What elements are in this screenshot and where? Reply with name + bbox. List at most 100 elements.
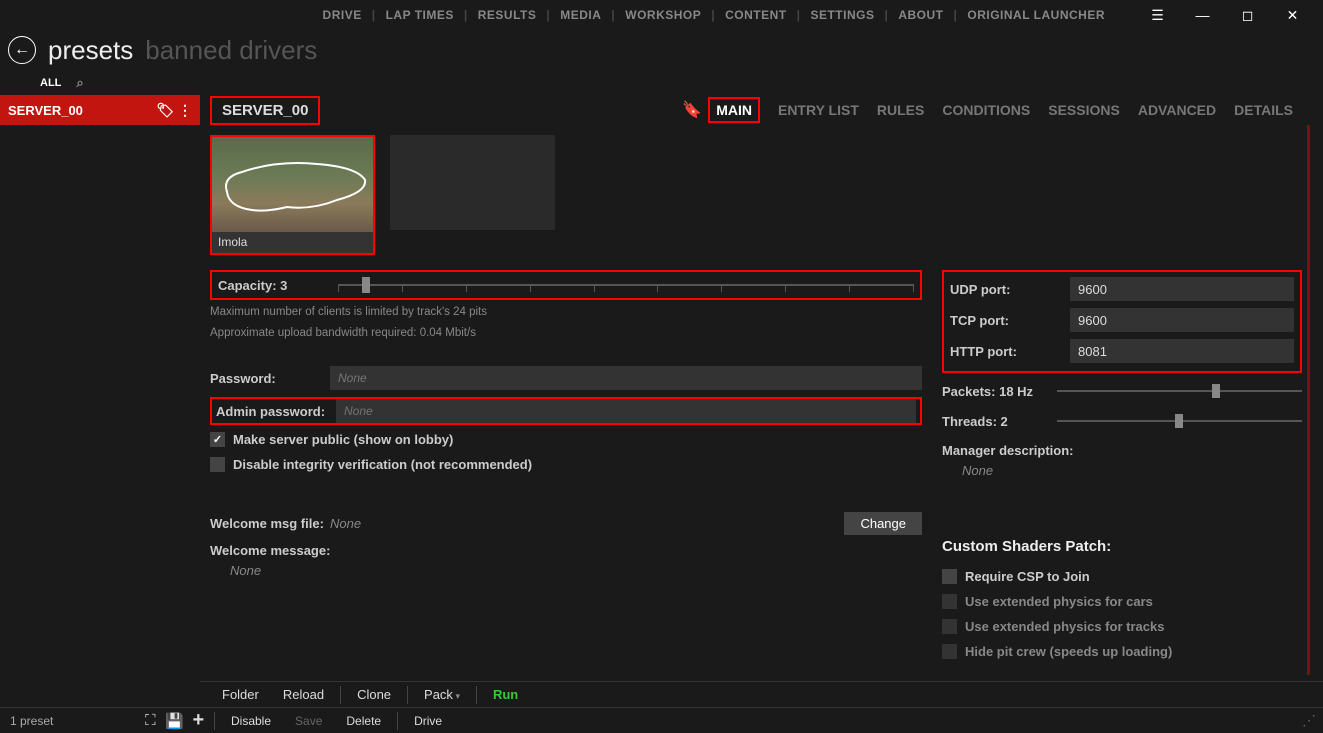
menu-about[interactable]: ABOUT xyxy=(888,8,953,22)
welcome-message-value: None xyxy=(210,563,922,578)
threads-slider[interactable] xyxy=(1057,412,1302,430)
admin-password-label: Admin password: xyxy=(216,404,336,419)
filter-all[interactable]: ALL xyxy=(40,77,61,89)
track-cards: Imola xyxy=(210,135,1323,255)
back-button[interactable]: ← xyxy=(8,36,36,64)
public-check-row[interactable]: ✓ Make server public (show on lobby) xyxy=(210,428,922,450)
run-button[interactable]: Run xyxy=(481,687,530,702)
public-check-label: Make server public (show on lobby) xyxy=(233,432,453,447)
server-name-label[interactable]: SERVER_00 xyxy=(210,96,320,125)
tab-rules[interactable]: RULES xyxy=(877,102,924,118)
content-area: SERVER_00 🔖 MAIN ENTRY LIST RULES CONDIT… xyxy=(200,95,1323,675)
integrity-check-row[interactable]: Disable integrity verification (not reco… xyxy=(210,453,922,475)
minimize-button[interactable]: — xyxy=(1180,0,1225,30)
close-button[interactable]: ✕ xyxy=(1270,0,1315,30)
tab-sessions[interactable]: SESSIONS xyxy=(1048,102,1120,118)
manager-desc-value: None xyxy=(942,463,1302,478)
menu-media[interactable]: MEDIA xyxy=(550,8,611,22)
add-icon[interactable]: + xyxy=(187,710,209,732)
sidebar-item-server-00[interactable]: SERVER_00 🏷 ⋮ xyxy=(0,95,200,125)
top-menu: DRIVE| LAP TIMES| RESULTS| MEDIA| WORKSH… xyxy=(313,8,1115,22)
fullscreen-icon[interactable]: ⛶ xyxy=(139,710,161,732)
action-bar: Folder Reload Clone Pack Run xyxy=(200,681,1323,707)
csp-ext-tracks-row[interactable]: Use extended physics for tracks xyxy=(942,615,1302,637)
folder-button[interactable]: Folder xyxy=(210,687,271,702)
pack-button[interactable]: Pack xyxy=(412,687,472,702)
csp-ext-cars-row[interactable]: Use extended physics for cars xyxy=(942,590,1302,612)
track-outline-icon xyxy=(217,152,372,222)
capacity-hint-1: Maximum number of clients is limited by … xyxy=(210,304,922,321)
tcp-port-label: TCP port: xyxy=(950,313,1070,328)
disable-button[interactable]: Disable xyxy=(219,714,283,728)
status-bar: 1 preset ⛶ 💾 + Disable Save Delete Drive… xyxy=(0,707,1323,733)
public-checkbox[interactable]: ✓ xyxy=(210,432,225,447)
preset-count: 1 preset xyxy=(10,714,53,728)
tabs-row: SERVER_00 🔖 MAIN ENTRY LIST RULES CONDIT… xyxy=(210,95,1323,125)
http-port-input[interactable] xyxy=(1070,339,1294,363)
csp-ext-tracks-checkbox[interactable] xyxy=(942,619,957,634)
tab-details[interactable]: DETAILS xyxy=(1234,102,1293,118)
tcp-port-input[interactable] xyxy=(1070,308,1294,332)
password-input[interactable] xyxy=(330,366,922,390)
csp-hide-pit-label: Hide pit crew (speeds up loading) xyxy=(965,644,1172,659)
packets-slider-thumb[interactable] xyxy=(1212,384,1220,398)
threads-slider-thumb[interactable] xyxy=(1175,414,1183,428)
welcome-file-label: Welcome msg file: xyxy=(210,516,330,531)
delete-button[interactable]: Delete xyxy=(334,714,393,728)
menu-original-launcher[interactable]: ORIGINAL LAUNCHER xyxy=(957,8,1115,22)
search-icon[interactable]: ⌕ xyxy=(76,75,83,91)
threads-row: Threads: 2 xyxy=(942,409,1302,433)
filter-bar: ALL ⌕ xyxy=(0,70,1323,95)
bookmark-icon[interactable]: 🏷 ⋮ xyxy=(156,102,192,119)
tcp-port-row: TCP port: xyxy=(950,306,1294,334)
packets-slider[interactable] xyxy=(1057,382,1302,400)
sidebar-item-label: SERVER_00 xyxy=(8,103,83,118)
manager-description: Manager description: None xyxy=(942,443,1302,478)
clone-button[interactable]: Clone xyxy=(345,687,403,702)
track-card-imola[interactable]: Imola xyxy=(210,135,375,255)
csp-hide-pit-checkbox[interactable] xyxy=(942,644,957,659)
menu-content[interactable]: CONTENT xyxy=(715,8,797,22)
http-port-label: HTTP port: xyxy=(950,344,1070,359)
save-icon[interactable]: 💾 xyxy=(163,710,185,732)
scrollbar-indicator[interactable] xyxy=(1307,125,1310,675)
csp-ext-cars-checkbox[interactable] xyxy=(942,594,957,609)
menu-results[interactable]: RESULTS xyxy=(468,8,547,22)
menu-settings[interactable]: SETTINGS xyxy=(800,8,884,22)
csp-require-checkbox[interactable] xyxy=(942,569,957,584)
tab-entry-list[interactable]: ENTRY LIST xyxy=(778,102,859,118)
tab-main[interactable]: MAIN xyxy=(708,97,760,123)
menu-drive[interactable]: DRIVE xyxy=(313,8,372,22)
password-row: Password: xyxy=(210,364,922,392)
csp-require-row[interactable]: Require CSP to Join xyxy=(942,565,1302,587)
sidebar: SERVER_00 🏷 ⋮ xyxy=(0,95,200,675)
integrity-check-label: Disable integrity verification (not reco… xyxy=(233,457,532,472)
welcome-file-change-button[interactable]: Change xyxy=(844,512,922,535)
csp-hide-pit-row[interactable]: Hide pit crew (speeds up loading) xyxy=(942,640,1302,662)
capacity-slider[interactable] xyxy=(338,275,914,295)
packets-row: Packets: 18 Hz xyxy=(942,379,1302,403)
car-card-empty[interactable] xyxy=(390,135,555,230)
hamburger-icon[interactable]: ☰ xyxy=(1135,0,1180,30)
capacity-slider-thumb[interactable] xyxy=(362,277,370,293)
resize-grip-icon[interactable]: ⋰ xyxy=(1302,712,1313,729)
integrity-checkbox[interactable] xyxy=(210,457,225,472)
menu-lap-times[interactable]: LAP TIMES xyxy=(376,8,464,22)
udp-port-input[interactable] xyxy=(1070,277,1294,301)
page-subtitle[interactable]: banned drivers xyxy=(145,35,317,66)
udp-port-label: UDP port: xyxy=(950,282,1070,297)
menu-workshop[interactable]: WORKSHOP xyxy=(615,8,711,22)
udp-port-row: UDP port: xyxy=(950,275,1294,303)
admin-password-input[interactable] xyxy=(336,399,916,423)
tab-conditions[interactable]: CONDITIONS xyxy=(942,102,1030,118)
drive-button[interactable]: Drive xyxy=(402,714,454,728)
left-column: Capacity: 3 Maximum number of clients is… xyxy=(210,270,922,662)
reload-button[interactable]: Reload xyxy=(271,687,336,702)
csp-require-label: Require CSP to Join xyxy=(965,569,1090,584)
window-controls: ☰ — ◻ ✕ xyxy=(1135,0,1315,30)
tab-advanced[interactable]: ADVANCED xyxy=(1138,102,1216,118)
manager-desc-label: Manager description: xyxy=(942,443,1302,458)
maximize-button[interactable]: ◻ xyxy=(1225,0,1270,30)
ports-box: UDP port: TCP port: HTTP port: xyxy=(942,270,1302,373)
top-menu-bar: DRIVE| LAP TIMES| RESULTS| MEDIA| WORKSH… xyxy=(0,0,1323,30)
